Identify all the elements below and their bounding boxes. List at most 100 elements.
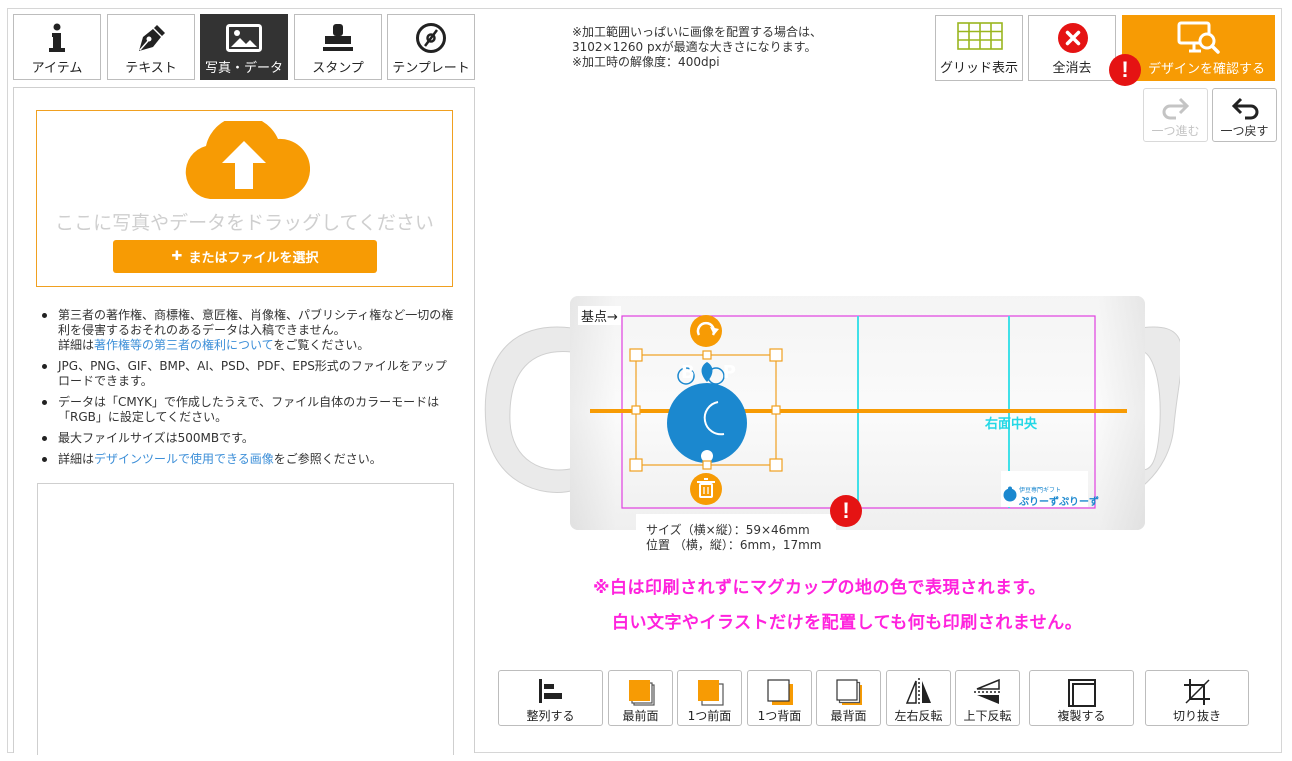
- position-text: 位置 （横，縦）：6mm，17mm: [646, 538, 822, 552]
- crop-icon: [1184, 679, 1210, 705]
- white-ink-warning: ※白は印刷されずにマグカップの地の色で表現されます。: [593, 578, 1046, 598]
- toolbar-label: 切り抜き: [1172, 709, 1221, 723]
- template-icon: [413, 21, 449, 55]
- flip-vertical-button[interactable]: 上下反転: [955, 670, 1020, 726]
- drop-hint: ここに写真やデータをドラッグしてください: [55, 212, 434, 234]
- stamp-icon: [320, 21, 356, 55]
- file-drop-zone[interactable]: ここに写真やデータをドラッグしてください ✚ またはファイルを選択: [36, 110, 453, 287]
- redo-label: 一つ進む: [1151, 124, 1200, 138]
- toolbar-label: 1つ背面: [757, 709, 802, 723]
- tab-stamp[interactable]: スタンプ: [294, 14, 382, 80]
- alert-icon: !: [830, 495, 862, 527]
- note-item: データは「CMYK」で作成したうえで、ファイル自体のカラーモードは「RGB」に設…: [38, 395, 458, 425]
- white-ink-warning-2: 白い文字やイラストだけを配置しても何も印刷されません。: [612, 613, 1083, 633]
- tab-label: テキスト: [125, 61, 177, 76]
- note-item: 詳細はデザインツールで使用できる画像をご参照ください。: [38, 452, 458, 467]
- clear-all-button[interactable]: 全消去: [1028, 15, 1116, 81]
- send-backward-button[interactable]: 1つ背面: [747, 670, 812, 726]
- close-icon: [1058, 23, 1088, 53]
- send-backward-icon: [766, 679, 793, 705]
- trash-icon[interactable]: [690, 473, 722, 505]
- copyright-link[interactable]: 著作権等の第三者の権利について: [94, 338, 273, 352]
- upload-panel: ここに写真やデータをドラッグしてください ✚ またはファイルを選択 第三者の著作…: [13, 87, 475, 755]
- monitor-search-icon: [1177, 21, 1220, 54]
- align-button[interactable]: 整列する: [498, 670, 603, 726]
- confirm-design-label: デザインを確認する: [1147, 62, 1265, 77]
- note-item: 第三者の著作権、商標権、意匠権、肖像権、パブリシティ権など一切の権利を侵害するお…: [38, 308, 458, 353]
- alert-icon: !: [1109, 54, 1141, 86]
- cloud-upload-icon: [185, 121, 310, 199]
- note-text: 詳細は: [58, 338, 95, 352]
- tab-text[interactable]: テキスト: [107, 14, 195, 80]
- undo-label: 一つ戻す: [1220, 124, 1269, 138]
- shop-logo: 伊豆専門ギフト ぷりーずぷりーず: [1001, 471, 1099, 508]
- send-back-icon: [835, 679, 862, 705]
- note-text: をご覧ください。: [273, 338, 370, 352]
- note-text: 最大ファイルサイズは500MBです。: [58, 431, 254, 445]
- align-icon: [538, 679, 562, 703]
- uploaded-files-list[interactable]: [37, 483, 454, 755]
- tab-photo-data[interactable]: 写真・データ: [200, 14, 288, 80]
- note-item: JPG、PNG、GIF、BMP、AI、PSD、PDF、EPS形式のファイルをアッ…: [38, 359, 458, 389]
- toolbar-label: 1つ前面: [687, 709, 732, 723]
- tab-item[interactable]: アイテム: [13, 14, 101, 80]
- note-text: JPG、PNG、GIF、BMP、AI、PSD、PDF、EPS形式のファイルをアッ…: [58, 359, 447, 388]
- info-line: ※加工範囲いっぱいに画像を配置する場合は、: [572, 25, 823, 39]
- right-center-label: 右面中央: [985, 417, 1038, 432]
- rotate-handle-icon[interactable]: [690, 315, 722, 347]
- toolbar-label: 整列する: [526, 709, 575, 723]
- duplicate-button[interactable]: 複製する: [1029, 670, 1134, 726]
- tab-label: 写真・データ: [204, 61, 283, 76]
- undo-button[interactable]: 一つ戻す: [1212, 88, 1277, 142]
- grid-label: グリッド表示: [939, 61, 1018, 76]
- redo-button[interactable]: 一つ進む: [1143, 88, 1208, 142]
- clip-letters: BP: [681, 362, 764, 383]
- tab-template[interactable]: テンプレート: [387, 14, 475, 80]
- note-text: 第三者の著作権、商標権、意匠権、肖像権、パブリシティ権など一切の権利を侵害するお…: [58, 308, 454, 337]
- note-text: 詳細は: [58, 452, 95, 466]
- bring-forward-icon: [697, 680, 724, 706]
- send-to-back-button[interactable]: 最背面: [816, 670, 881, 726]
- upload-notes: 第三者の著作権、商標権、意匠権、肖像権、パブリシティ権など一切の権利を侵害するお…: [38, 308, 458, 473]
- flip-horizontal-icon: [905, 678, 931, 706]
- note-text: をご参照ください。: [273, 452, 382, 466]
- note-text: データは「CMYK」で作成したうえで、ファイル自体のカラーモードは「RGB」に設…: [58, 395, 440, 424]
- info-icon: [39, 21, 75, 55]
- bring-forward-button[interactable]: 1つ前面: [677, 670, 742, 726]
- grid-toggle-button[interactable]: グリッド表示: [935, 15, 1023, 81]
- clear-all-label: 全消去: [1052, 61, 1092, 76]
- select-file-button[interactable]: ✚ またはファイルを選択: [113, 240, 377, 273]
- clip-letter: P: [722, 362, 764, 383]
- size-text: サイズ（横×縦）：59×46mm: [646, 523, 810, 537]
- confirm-design-button[interactable]: デザインを確認する: [1122, 15, 1275, 81]
- tab-label: アイテム: [31, 61, 83, 76]
- info-line: ※加工時の解像度：400dpi: [572, 55, 720, 69]
- bring-front-icon: [628, 680, 655, 706]
- plus-icon: ✚: [171, 249, 183, 264]
- dimension-info: サイズ（横×縦）：59×46mm 位置 （横，縦）：6mm，17mm: [636, 514, 836, 553]
- info-line: 3102×1260 pxが最適な大きさになります。: [572, 40, 817, 54]
- pen-icon: [133, 21, 169, 55]
- toolbar-label: 最前面: [622, 709, 659, 723]
- flip-vertical-icon: [973, 678, 1002, 704]
- bring-to-front-button[interactable]: 最前面: [608, 670, 673, 726]
- shop-logo-icon: [1003, 486, 1017, 502]
- base-point-label: 基点→: [578, 306, 621, 325]
- tab-label: テンプレート: [392, 61, 470, 76]
- crop-button[interactable]: 切り抜き: [1145, 670, 1249, 726]
- grid-icon: [957, 22, 1003, 50]
- note-item: 最大ファイルサイズは500MBです。: [38, 431, 458, 446]
- toolbar-label: 最背面: [830, 709, 867, 723]
- flip-horizontal-button[interactable]: 左右反転: [886, 670, 951, 726]
- toolbar-label: 左右反転: [894, 709, 943, 723]
- redo-icon: [1162, 97, 1190, 120]
- undo-icon: [1231, 97, 1259, 120]
- clip-letter: B: [681, 362, 723, 383]
- processing-info: ※加工範囲いっぱいに画像を配置する場合は、 3102×1260 pxが最適な大き…: [572, 25, 822, 70]
- toolbar-label: 複製する: [1057, 709, 1106, 723]
- toolbar-label: 上下反転: [963, 709, 1012, 723]
- select-file-label: またはファイルを選択: [188, 251, 319, 266]
- duplicate-icon: [1067, 679, 1096, 707]
- usable-images-link[interactable]: デザインツールで使用できる画像: [94, 452, 274, 466]
- image-icon: [226, 21, 262, 55]
